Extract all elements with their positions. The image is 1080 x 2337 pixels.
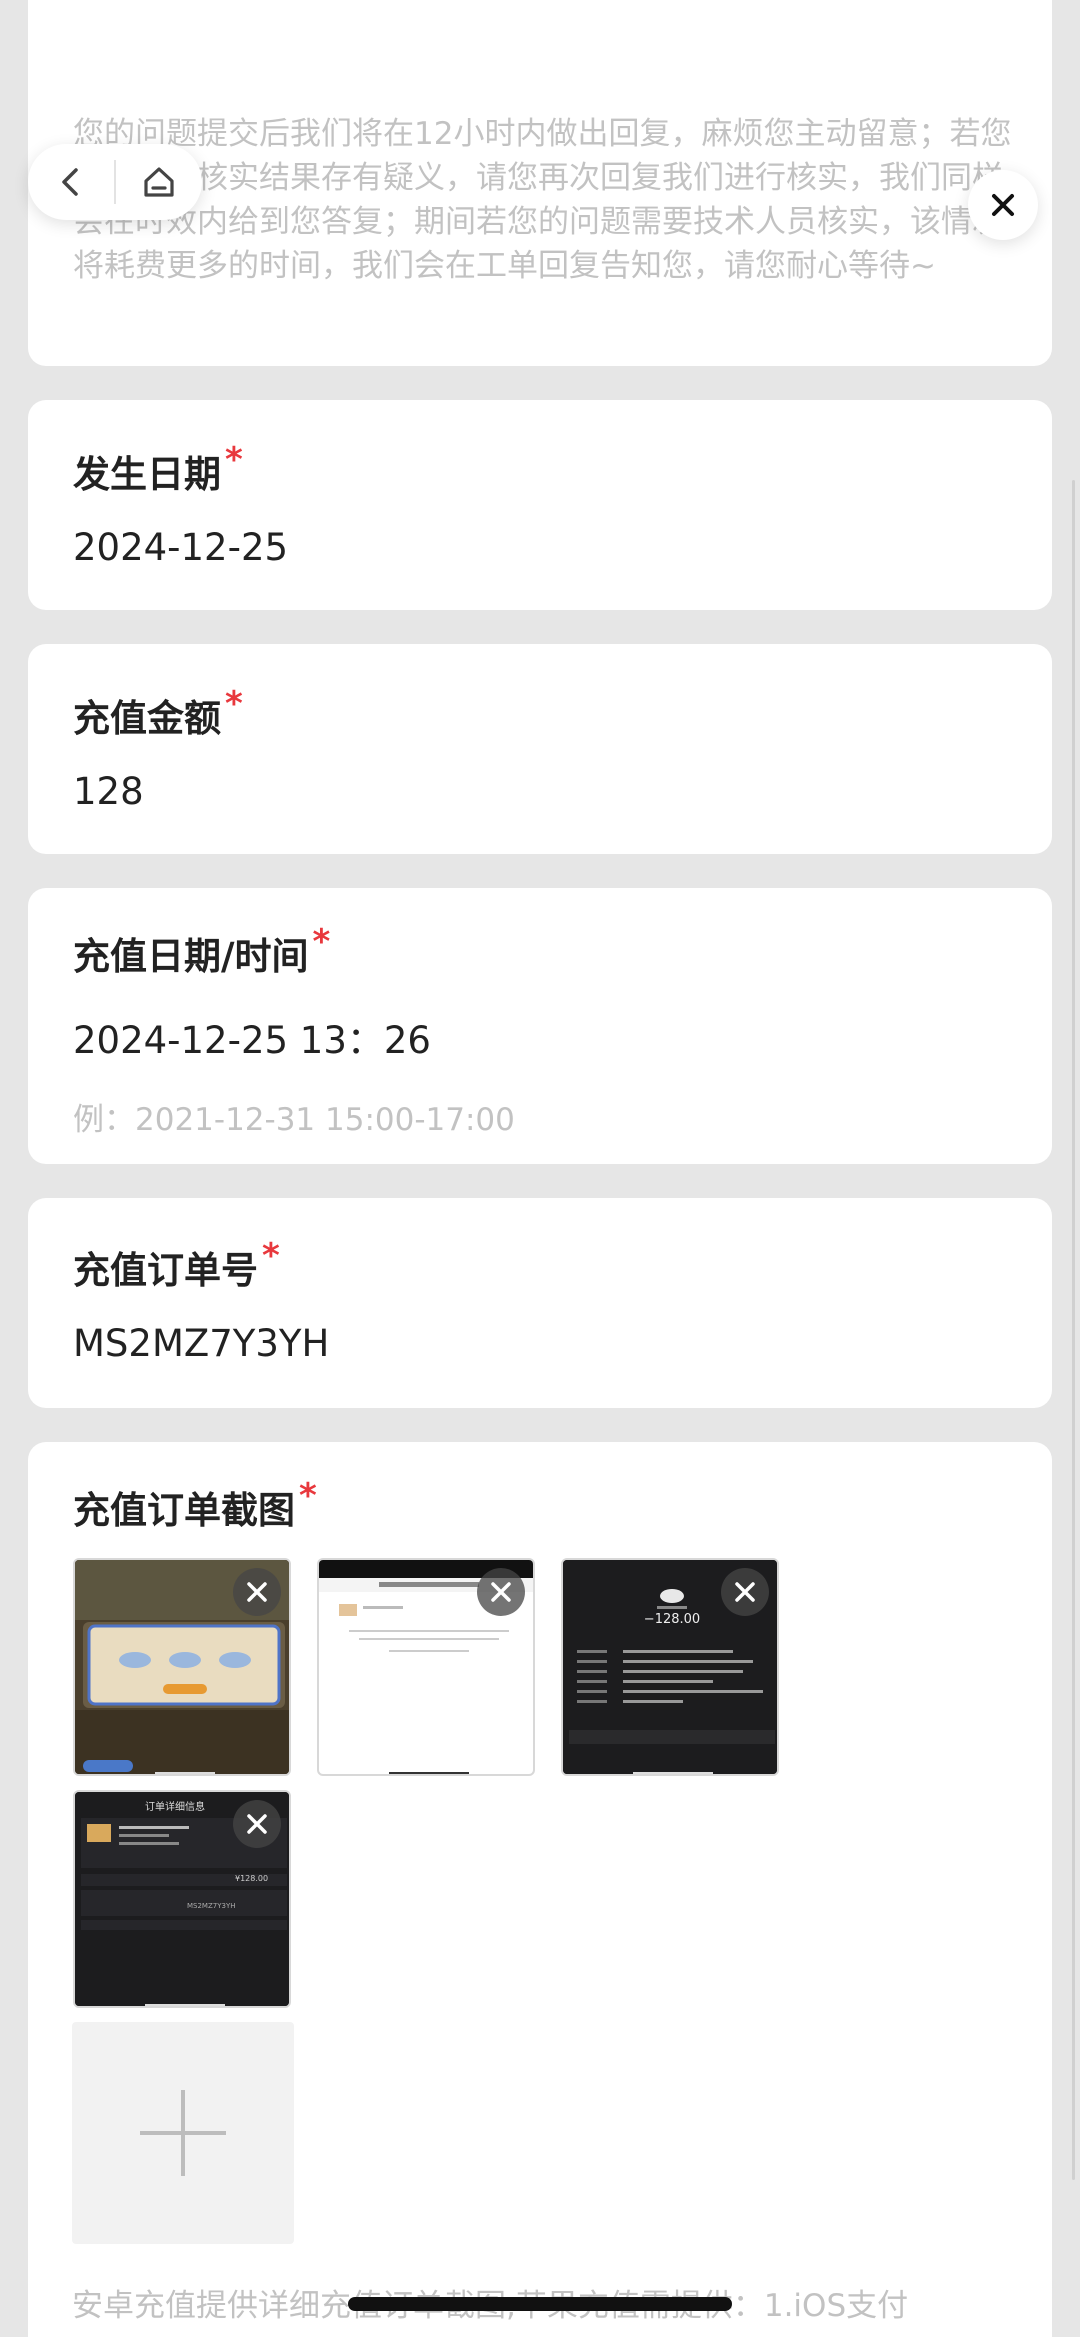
remove-image-icon bbox=[491, 1582, 511, 1602]
datetime-example-hint: 例：2021-12-31 15:00-17:00 bbox=[73, 1102, 515, 1138]
date-value[interactable]: 2024-12-25 bbox=[73, 526, 288, 569]
screenshot-thumbnail[interactable]: 订单详细信息 ¥128.00 MS2MZ7Y3YH bbox=[73, 1790, 291, 2008]
home-indicator[interactable] bbox=[348, 2297, 732, 2311]
remove-image-icon bbox=[247, 1814, 267, 1834]
remove-image-icon bbox=[735, 1582, 755, 1602]
datetime-card[interactable]: 充值日期/时间 * 2024-12-25 13：26 例：2021-12-31 1… bbox=[28, 888, 1052, 1164]
chevron-left-icon bbox=[62, 168, 78, 196]
home-button[interactable] bbox=[116, 144, 202, 220]
nav-capsule bbox=[28, 144, 202, 220]
amount-card[interactable]: 充值金额 * 128 bbox=[28, 644, 1052, 854]
ticket-form-page: 您的问题提交后我们将在12小时内做出回复，麻烦您主动留意；若您对我们的核实结果存… bbox=[0, 0, 1080, 2337]
amount-label: 充值金额 * bbox=[73, 684, 243, 740]
order-number-card[interactable]: 充值订单号 * MS2MZ7Y3YH bbox=[28, 1198, 1052, 1408]
remove-image-button[interactable] bbox=[233, 1568, 281, 1616]
date-label: 发生日期 * bbox=[73, 440, 243, 496]
order-detail-title: 订单详细信息 bbox=[145, 1802, 205, 1813]
datetime-label: 充值日期/时间 * bbox=[73, 922, 331, 978]
notice-text: 您的问题提交后我们将在12小时内做出回复，麻烦您主动留意；若您对我们的核实结果存… bbox=[73, 116, 1012, 284]
remove-image-button[interactable] bbox=[477, 1568, 525, 1616]
scrollbar[interactable] bbox=[1072, 480, 1075, 2180]
amount-value[interactable]: 128 bbox=[73, 770, 144, 813]
close-button[interactable] bbox=[968, 170, 1038, 240]
remove-image-button[interactable] bbox=[233, 1800, 281, 1848]
order-number-value[interactable]: MS2MZ7Y3YH bbox=[73, 1322, 329, 1365]
order-number-label: 充值订单号 * bbox=[73, 1236, 280, 1292]
date-card[interactable]: 发生日期 * 2024-12-25 bbox=[28, 400, 1052, 610]
datetime-value[interactable]: 2024-12-25 13：26 bbox=[73, 1010, 431, 1064]
screenshot-thumbnail[interactable] bbox=[317, 1558, 535, 1776]
screenshot-thumbnail[interactable] bbox=[73, 1558, 291, 1776]
home-icon bbox=[144, 167, 174, 197]
order-detail-total: ¥128.00 bbox=[235, 1874, 269, 1883]
order-detail-number: MS2MZ7Y3YH bbox=[187, 1902, 236, 1910]
plus-icon bbox=[140, 2090, 226, 2176]
remove-image-button[interactable] bbox=[721, 1568, 769, 1616]
screenshots-label: 充值订单截图 * bbox=[73, 1476, 317, 1532]
add-image-button[interactable] bbox=[72, 2022, 294, 2244]
close-icon bbox=[992, 194, 1014, 216]
screenshot-thumbnail[interactable]: −128.00 bbox=[561, 1558, 779, 1776]
remove-image-icon bbox=[247, 1582, 267, 1602]
back-button[interactable] bbox=[28, 144, 114, 220]
